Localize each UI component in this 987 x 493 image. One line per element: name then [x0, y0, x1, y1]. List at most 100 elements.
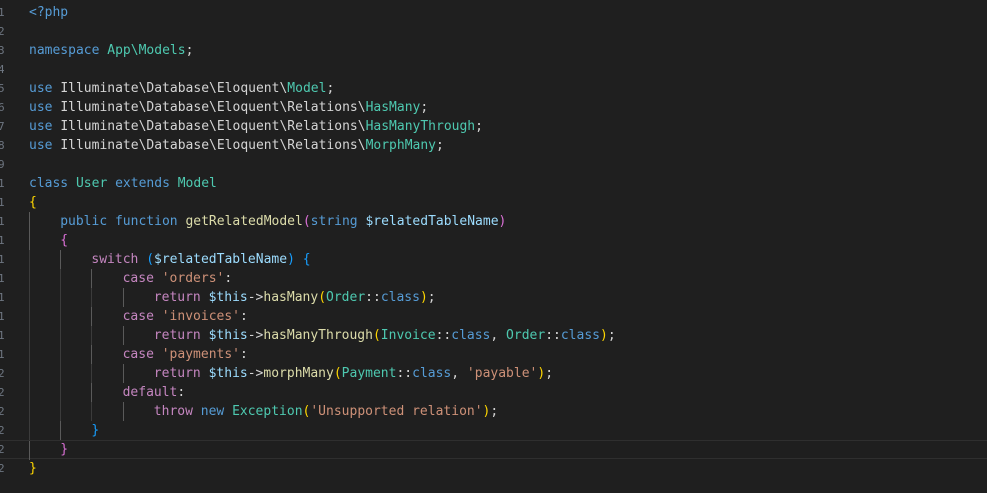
code-line[interactable]: 18 return $this->hasManyThrough(Invoice::…	[0, 326, 987, 345]
indent-guide	[29, 231, 30, 250]
code-line[interactable]: 3 namespace App\Models;	[0, 41, 987, 60]
indent-guide	[29, 212, 30, 231]
indent-guide	[91, 364, 93, 383]
code-line[interactable]: 10 class User extends Model	[0, 174, 987, 193]
code-text: <?php	[29, 3, 68, 22]
indent-guide	[29, 345, 30, 364]
code-line[interactable]: 24}	[0, 440, 987, 460]
indent-guide	[60, 345, 62, 364]
line-number: 25	[0, 462, 4, 475]
code-line[interactable]: 7 use Illuminate\Database\Eloquent\Relati…	[0, 117, 987, 136]
line-number: 20	[0, 367, 4, 380]
code-token: 'payable'	[466, 366, 538, 381]
code-token: class	[560, 328, 600, 343]
code-line[interactable]: 2	[0, 22, 987, 41]
indent-guide	[29, 441, 30, 460]
line-number: 12	[0, 215, 4, 228]
indent-guide	[29, 326, 30, 345]
code-token: $this	[208, 290, 248, 305]
code-token: ,	[451, 366, 467, 381]
indent-guide	[60, 421, 62, 440]
indent-guide	[29, 269, 30, 288]
code-line[interactable]: 15 case 'orders':	[0, 269, 987, 288]
code-text: return $this->hasManyThrough(Invoice::cl…	[154, 326, 616, 345]
code-token: class	[412, 366, 452, 381]
indent-guide	[60, 269, 62, 288]
code-token: case	[122, 309, 162, 324]
code-line[interactable]: 12 public function getRelatedModel(string…	[0, 212, 987, 231]
code-line[interactable]: 22 throw new Exception('Unsupported relat…	[0, 402, 987, 421]
line-number: 9	[0, 158, 4, 171]
line-number: 7	[0, 120, 4, 133]
line-number: 4	[0, 63, 4, 76]
code-text: class User extends Model	[29, 174, 217, 193]
code-token: ;	[420, 100, 429, 115]
code-line[interactable]: 6 use Illuminate\Database\Eloquent\Relati…	[0, 98, 987, 117]
code-token: :	[240, 347, 248, 362]
code-line[interactable]: 11 {	[0, 193, 987, 212]
code-line[interactable]: 14 switch ($relatedTableName) {	[0, 250, 987, 269]
code-line[interactable]: 19 case 'payments':	[0, 345, 987, 364]
code-token: (	[333, 366, 342, 381]
code-token: hasMany	[263, 290, 319, 305]
code-token: Order	[506, 328, 546, 343]
code-line[interactable]: 16 return $this->hasMany(Order::class);	[0, 288, 987, 307]
line-number: 14	[0, 253, 4, 266]
indent-guide	[122, 364, 124, 383]
code-token: (	[146, 252, 155, 267]
code-line[interactable]: 17 case 'invoices':	[0, 307, 987, 326]
code-text: default:	[123, 383, 186, 402]
code-token: switch	[91, 252, 147, 267]
indent-guide	[29, 307, 30, 326]
code-line[interactable]: 5 use Illuminate\Database\Eloquent\Model;	[0, 79, 987, 98]
indent-guide	[122, 326, 124, 345]
code-line[interactable]: 1 <?php	[0, 3, 987, 22]
code-token: User	[75, 176, 116, 191]
code-token: case	[122, 347, 162, 362]
code-token: 'Unsupported relation'	[310, 404, 483, 419]
indent-guide	[60, 364, 62, 383]
code-token: throw	[153, 404, 201, 419]
code-token: Illuminate\Database\Eloquent\Relations\	[60, 100, 366, 115]
line-number: 17	[0, 310, 4, 323]
code-text: case 'payments':	[123, 345, 248, 364]
code-token: Payment	[341, 366, 397, 381]
line-number: 22	[0, 405, 4, 418]
indent-guide	[91, 345, 93, 364]
line-number: 3	[0, 44, 4, 57]
code-token: use	[29, 100, 61, 115]
line-number: 24	[0, 443, 4, 456]
code-text: }	[60, 441, 68, 458]
code-token: Model	[177, 176, 217, 191]
indent-guide	[60, 250, 62, 269]
code-token: ;	[427, 290, 436, 305]
code-token: class	[380, 290, 420, 305]
line-number: 6	[0, 101, 4, 114]
code-token: :	[224, 271, 233, 286]
code-token: Model	[287, 81, 327, 96]
code-line[interactable]: 4	[0, 60, 987, 79]
code-text: case 'invoices':	[123, 307, 248, 326]
code-token: return	[153, 290, 209, 305]
code-line[interactable]: 20 return $this->morphMany(Payment::class…	[0, 364, 987, 383]
code-token: }	[91, 423, 100, 438]
code-editor[interactable]: 1 <?php 2 3 namespace App\Models; 4 5 use Illum…	[0, 0, 987, 493]
code-text: }	[91, 421, 99, 440]
code-line[interactable]: 25}	[0, 459, 987, 478]
code-text: public function getRelatedModel(string $…	[60, 212, 506, 231]
code-token: Order	[326, 290, 366, 305]
code-line[interactable]: 8 use Illuminate\Database\Eloquent\Relati…	[0, 136, 987, 155]
code-token: (	[302, 214, 311, 229]
code-token: ;	[436, 138, 444, 153]
code-token: Illuminate\Database\Eloquent\Relations\	[60, 138, 366, 153]
code-line[interactable]: 23}	[0, 421, 987, 440]
code-token: ;	[185, 43, 194, 58]
code-line[interactable]: 21 default:	[0, 383, 987, 402]
indent-guide	[60, 307, 62, 326]
code-token: MorphMany	[365, 138, 437, 153]
code-token: }	[29, 461, 37, 476]
code-line[interactable]: 13 {	[0, 231, 987, 250]
code-token: $this	[208, 328, 248, 343]
indent-guide	[60, 288, 62, 307]
code-line[interactable]: 9	[0, 155, 987, 174]
